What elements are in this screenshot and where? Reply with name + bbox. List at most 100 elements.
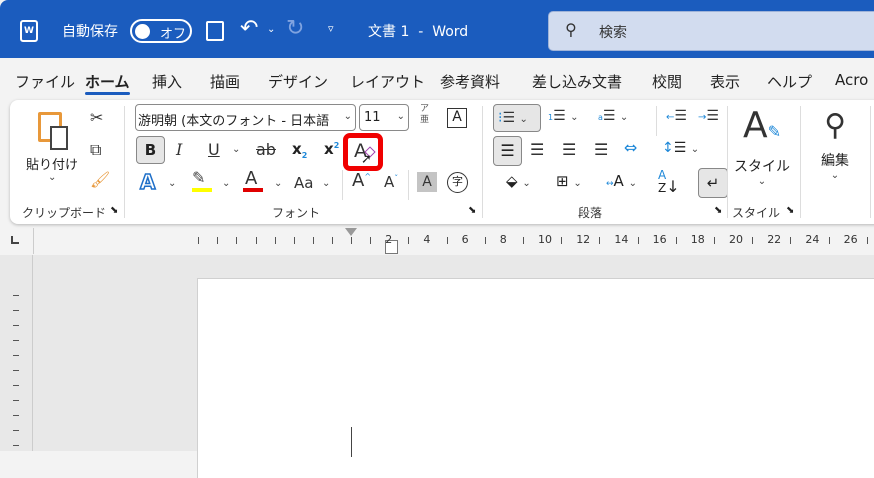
borders-button[interactable]: ⊞ ⌄ [556,172,582,190]
ruler-tick [331,237,333,244]
superscript-button[interactable]: x2 [324,140,339,158]
ruler-tick [752,237,754,244]
search-box[interactable]: ⚲ 検索 [548,11,874,51]
enclose-characters-button[interactable]: 字 [447,172,468,193]
styles-group-label: スタイル [732,206,781,220]
text-effects-icon[interactable]: A [139,169,156,195]
phonetic-guide-button[interactable]: ア亜 [420,104,429,126]
underline-dropdown-icon[interactable]: ⌄ [232,144,240,155]
tab-home[interactable]: ホーム [85,71,130,92]
cut-icon[interactable]: ✂ [90,108,103,127]
align-left-button[interactable]: ☰ [493,136,522,166]
tab-insert[interactable]: 挿入 [152,71,182,92]
character-border-button[interactable]: A [447,108,467,128]
tab-design[interactable]: デザイン [268,71,328,92]
first-line-indent-marker[interactable] [345,228,357,236]
tab-help[interactable]: ヘルプ [767,71,812,92]
ruler-tick [370,237,372,244]
decrease-indent-button[interactable]: ←☰ [666,108,687,124]
justify-button[interactable]: ☰ [594,140,608,159]
styles-button[interactable]: A✎ スタイル ⌄ [732,106,792,196]
ruler-label: 20 [729,233,743,246]
autosave-toggle[interactable]: オフ [130,19,192,43]
bold-button[interactable]: B [136,136,165,164]
tab-view[interactable]: 表示 [710,71,740,92]
tab-draw[interactable]: 描画 [210,71,240,92]
shrink-font-button[interactable]: Aˇ [384,173,398,191]
align-right-button[interactable]: ☰ [562,140,576,159]
ruler-tick [236,237,238,244]
vertical-ruler[interactable] [0,255,33,451]
ruler-tick [13,310,19,311]
tab-acrobat[interactable]: Acro [835,71,868,89]
clear-formatting-button[interactable]: A ➚ [343,133,383,171]
tab-references[interactable]: 参考資料 [440,71,500,92]
copy-icon[interactable]: ⧉ [90,140,101,160]
highlight-icon[interactable]: ✎ [192,168,205,187]
autosave-label: 自動保存 [62,24,118,40]
paragraph-group-label: 段落 [578,206,603,220]
tab-review[interactable]: 校閲 [652,71,682,92]
chevron-down-icon: ⌄ [396,111,405,122]
strikethrough-button[interactable]: ab [256,140,276,159]
clipboard-launcher-icon[interactable]: ⬊ [110,205,118,216]
chevron-down-icon: ⌄ [830,170,840,181]
search-placeholder: 検索 [599,25,627,41]
horizontal-ruler[interactable]: 2 4 6 8 10 12 14 16 18 20 22 24 26 [0,228,874,254]
align-center-button[interactable]: ☰ [530,140,544,159]
chevron-down-icon: ⌄ [757,176,767,187]
font-color-icon[interactable]: A [245,168,257,189]
undo-icon[interactable]: ↶ [240,16,258,41]
ruler-label: 8 [499,233,507,246]
styles-launcher-icon[interactable]: ⬊ [786,205,794,216]
format-painter-icon[interactable]: 🖌 [90,170,110,189]
ruler-label: 22 [767,233,782,246]
numbering-button[interactable]: 1☰ ⌄ [548,108,579,124]
tab-mailings[interactable]: 差し込み文書 [532,71,622,92]
ruler-tick [13,325,19,326]
underline-button[interactable]: U [208,140,220,159]
font-size-select[interactable]: 11 ⌄ [359,104,409,131]
word-logo-icon: W [20,20,38,42]
bullets-button[interactable]: ⁝☰ ⌄ [493,104,541,132]
ruler-tick [293,237,295,244]
shading-button[interactable]: ⬙ ⌄ [506,172,531,190]
show-formatting-marks-button[interactable]: ↵ [698,168,728,198]
active-tab-underline [85,92,130,95]
distributed-button[interactable]: ⇔ [624,138,637,157]
font-name-select[interactable]: 游明朝 (本文のフォント - 日本語 ⌄ [135,104,356,131]
ruler-tick [561,237,563,244]
font-color-dropdown-icon[interactable]: ⌄ [274,178,282,189]
italic-button[interactable]: I [176,140,182,159]
grow-font-button[interactable]: A^ [352,170,371,191]
tab-selector-icon[interactable] [11,236,19,244]
highlight-dropdown-icon[interactable]: ⌄ [222,178,230,189]
paste-button[interactable]: 貼り付け ⌄ [24,108,80,190]
character-shading-button[interactable]: A [417,172,437,192]
multilevel-list-button[interactable]: a☰ ⌄ [598,108,628,124]
ruler-label: 10 [538,233,552,246]
paragraph-launcher-icon[interactable]: ⬊ [714,205,722,216]
ruler-tick [13,430,19,431]
save-icon[interactable] [206,21,224,41]
character-spacing-button[interactable]: ↔A ⌄ [606,172,637,190]
ruler-tick [675,237,677,244]
sort-button[interactable]: A Z↓ [658,169,680,195]
font-launcher-icon[interactable]: ⬊ [468,205,476,216]
editing-button[interactable]: ⚲ 編集 ⌄ [810,106,860,196]
customize-qat-icon[interactable]: ▿ [328,22,334,35]
change-case-dropdown-icon[interactable]: ⌄ [322,178,330,189]
subscript-button[interactable]: x2 [292,140,307,160]
change-case-button[interactable]: Aa [294,174,313,192]
increase-indent-button[interactable]: →☰ [698,108,719,124]
ruler-label: 26 [843,233,858,246]
text-effects-dropdown-icon[interactable]: ⌄ [168,178,176,189]
ruler-label: 4 [423,233,431,246]
ruler-tick [255,237,257,244]
tab-file[interactable]: ファイル [15,71,75,92]
ruler-label: 12 [576,233,591,246]
undo-dropdown-icon[interactable]: ⌄ [267,24,275,35]
document-page[interactable] [197,278,874,478]
line-spacing-button[interactable]: ↕☰ ⌄ [662,140,699,156]
tab-layout[interactable]: レイアウト [350,71,425,92]
